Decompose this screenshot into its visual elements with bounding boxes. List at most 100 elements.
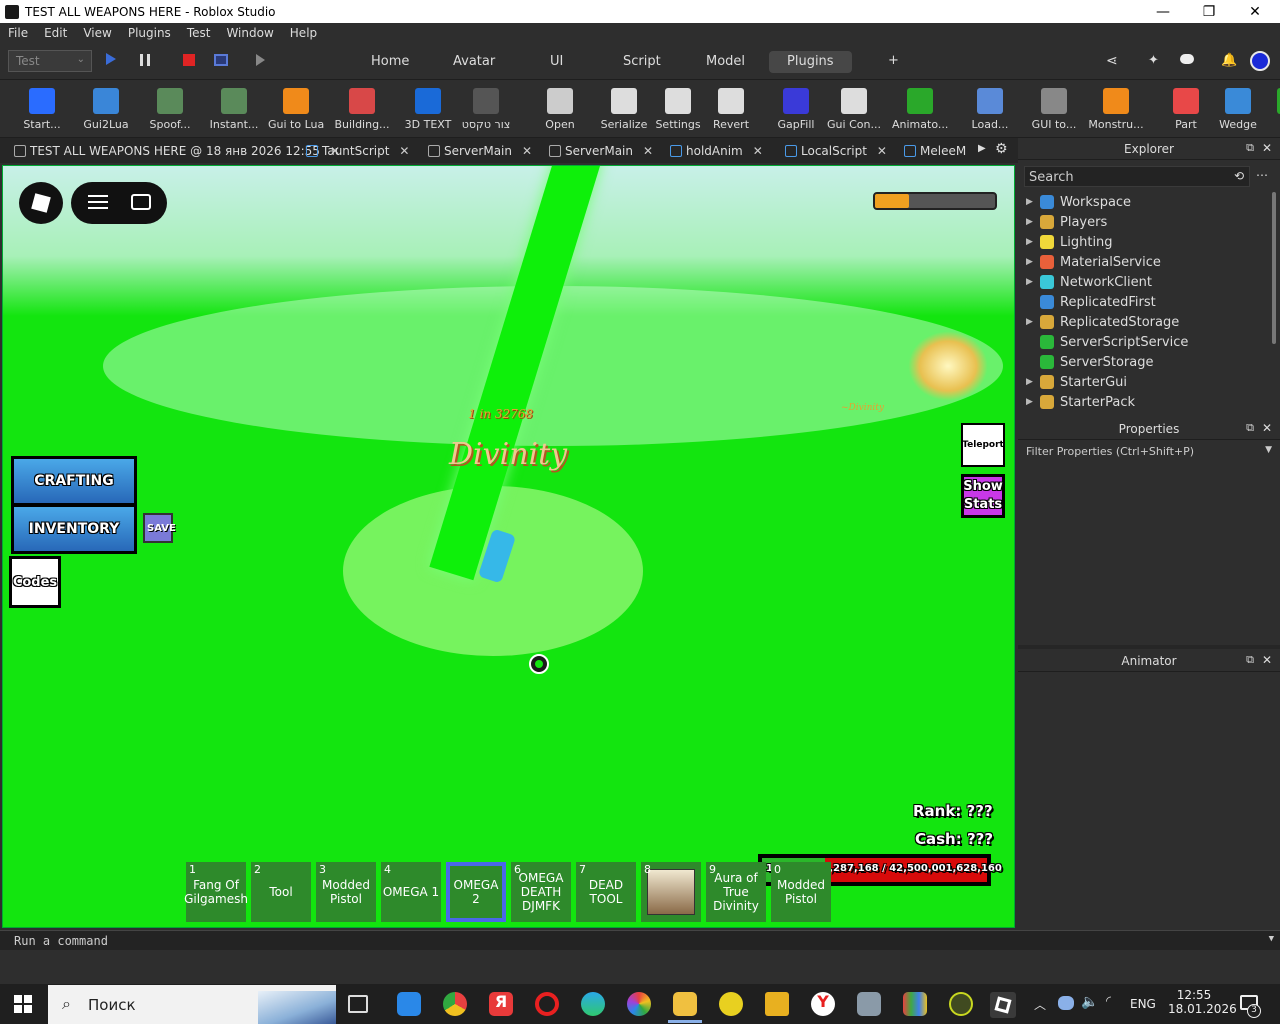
step-icon[interactable] xyxy=(256,54,265,66)
explorer-item-players[interactable]: ▶ Players xyxy=(1026,212,1107,232)
expand-arrow-icon[interactable]: ▶ xyxy=(1026,397,1040,407)
onedrive-icon[interactable] xyxy=(1058,996,1074,1010)
toolbar-button-6[interactable]: 3D TEXT xyxy=(400,84,456,134)
mail-icon[interactable] xyxy=(397,992,421,1016)
toolbar-button-5[interactable]: Building... xyxy=(334,84,390,134)
close-icon[interactable]: ✕ xyxy=(399,144,409,158)
more-options-icon[interactable]: ⋯ xyxy=(1256,168,1268,182)
tab-avatar[interactable]: Avatar xyxy=(435,51,513,73)
roblox-studio-taskbar-icon[interactable] xyxy=(990,992,1016,1018)
menu-help[interactable]: Help xyxy=(282,26,325,40)
toolbar-button-15[interactable]: Load... xyxy=(962,84,1018,134)
menu-view[interactable]: View xyxy=(75,26,119,40)
toolbar-button-16[interactable]: GUI to... xyxy=(1026,84,1082,134)
show-stats-button[interactable]: Show Stats xyxy=(961,474,1005,518)
cloud-icon[interactable] xyxy=(1180,54,1194,64)
toolbar-button-19[interactable]: Wedge xyxy=(1210,84,1266,134)
hotbar-slot-5[interactable]: OMEGA 2 xyxy=(446,862,506,922)
folder-icon[interactable] xyxy=(673,992,697,1016)
sparkle-icon[interactable]: ✦ xyxy=(1148,53,1159,68)
explorer-item-starterpack[interactable]: ▶ StarterPack xyxy=(1026,392,1135,412)
toolbar-button-11[interactable]: Revert xyxy=(703,84,759,134)
properties-filter-input[interactable]: Filter Properties (Ctrl+Shift+P) ▼ xyxy=(1022,443,1276,461)
roblox-menu-button[interactable] xyxy=(19,182,63,224)
hotbar-slot-10[interactable]: 0 Modded Pistol xyxy=(771,862,831,922)
explorer-item-replicatedfirst[interactable]: ReplicatedFirst xyxy=(1026,292,1156,312)
maximize-button[interactable]: ❐ xyxy=(1186,0,1232,23)
opera-icon[interactable] xyxy=(535,992,559,1016)
toolbar-button-10[interactable]: Settings xyxy=(650,84,706,134)
explorer-item-serverscriptservice[interactable]: ServerScriptService xyxy=(1026,332,1188,352)
doc-tab-tauntscript[interactable]: TauntScript ✕ xyxy=(306,141,409,161)
color-app-icon[interactable] xyxy=(627,992,651,1016)
toolbar-button-20[interactable]: Sp xyxy=(1262,84,1280,134)
play-icon[interactable] xyxy=(106,53,116,65)
edge-icon[interactable] xyxy=(581,992,605,1016)
volume-icon[interactable]: 🔈 xyxy=(1081,994,1098,1010)
hotbar-slot-7[interactable]: 7 DEAD TOOL xyxy=(576,862,636,922)
game-app-icon[interactable] xyxy=(949,992,973,1016)
doc-tab-servermain-1[interactable]: ServerMain ✕ xyxy=(428,141,532,161)
hotbar-slot-1[interactable]: 1 Fang Of Gilgamesh xyxy=(184,862,248,922)
explorer-item-replicatedstorage[interactable]: ▶ ReplicatedStorage xyxy=(1026,312,1179,332)
doc-tab-localscript[interactable]: LocalScript ✕ xyxy=(785,141,887,161)
close-icon[interactable]: ✕ xyxy=(643,144,653,158)
inventory-button[interactable]: INVENTORY xyxy=(11,504,137,554)
yandex-browser-icon[interactable]: Y xyxy=(811,992,835,1016)
teleport-button[interactable]: Teleport xyxy=(961,423,1005,467)
close-icon[interactable]: ✕ xyxy=(1262,421,1272,435)
bell-icon[interactable]: 🔔 xyxy=(1221,53,1237,68)
close-icon[interactable]: ✕ xyxy=(1262,141,1272,155)
hotbar-slot-9[interactable]: 9 Aura of True Divinity xyxy=(706,862,766,922)
app-window-icon[interactable] xyxy=(857,992,881,1016)
language-indicator[interactable]: ENG xyxy=(1130,997,1156,1011)
tab-plugins[interactable]: Plugins xyxy=(769,51,852,73)
plus-app-icon[interactable] xyxy=(719,992,743,1016)
doc-tab-servermain-2[interactable]: ServerMain ✕ xyxy=(549,141,653,161)
avatar[interactable] xyxy=(1250,51,1270,71)
play-mode-select[interactable]: Test ⌄ xyxy=(8,50,92,72)
doc-tab-place[interactable]: TEST ALL WEAPONS HERE @ 18 янв 2026 12:5… xyxy=(14,141,340,161)
doc-tab-holdanim[interactable]: holdAnim ✕ xyxy=(670,141,763,161)
toolbar-button-9[interactable]: Serialize xyxy=(596,84,652,134)
explorer-item-workspace[interactable]: ▶ Workspace xyxy=(1026,192,1131,212)
game-viewport[interactable]: 1 in 32768 Divinity ~Divinity CRAFTING I… xyxy=(2,165,1015,928)
expand-arrow-icon[interactable]: ▶ xyxy=(1026,237,1040,247)
hotbar-slot-6[interactable]: 6 OMEGA DEATH DJMFK xyxy=(511,862,571,922)
expand-arrow-icon[interactable]: ▶ xyxy=(1026,217,1040,227)
client-server-icon[interactable] xyxy=(214,54,228,66)
toolbar-button-0[interactable]: Start... xyxy=(14,84,70,134)
codes-button[interactable]: Codes xyxy=(9,556,61,608)
history-icon[interactable]: ⟲ xyxy=(1234,169,1244,183)
expand-arrow-icon[interactable]: ▶ xyxy=(1026,197,1040,207)
explorer-search-input[interactable]: Search ⟲ xyxy=(1024,166,1250,187)
popout-icon[interactable]: ⧉ xyxy=(1246,653,1254,667)
hotbar-slot-2[interactable]: 2 Tool xyxy=(251,862,311,922)
archive-icon[interactable] xyxy=(903,992,927,1016)
close-icon[interactable]: ✕ xyxy=(1262,653,1272,667)
explorer-item-lighting[interactable]: ▶ Lighting xyxy=(1026,232,1113,252)
hamburger-icon[interactable] xyxy=(88,195,108,209)
hotbar-slot-4[interactable]: 4 OMEGA 1 xyxy=(381,862,441,922)
toolbar-button-7[interactable]: צור טקסט xyxy=(458,84,514,134)
toolbar-button-3[interactable]: Instant... xyxy=(206,84,262,134)
minimize-button[interactable]: — xyxy=(1140,0,1186,23)
expand-arrow-icon[interactable]: ▶ xyxy=(1026,377,1040,387)
close-icon[interactable]: ✕ xyxy=(877,144,887,158)
hotbar-slot-8[interactable]: 8 xyxy=(641,862,701,922)
expand-arrow-icon[interactable]: ▶ xyxy=(1026,317,1040,327)
toolbar-button-18[interactable]: Part xyxy=(1158,84,1214,134)
tab-script[interactable]: Script xyxy=(605,51,679,73)
expand-arrow-icon[interactable]: ▶ xyxy=(1026,277,1040,287)
tab-ui[interactable]: UI xyxy=(532,51,581,73)
explorer-item-materialservice[interactable]: ▶ MaterialService xyxy=(1026,252,1161,272)
doc-tab-meleem[interactable]: MeleeM xyxy=(904,141,966,161)
menu-file[interactable]: File xyxy=(0,26,36,40)
toolbar-button-13[interactable]: Gui Con... xyxy=(826,84,882,134)
explorer-item-networkclient[interactable]: ▶ NetworkClient xyxy=(1026,272,1152,292)
taskbar-search-input[interactable]: ⌕ Поиск xyxy=(48,985,336,1024)
gear-icon[interactable]: ⚙ xyxy=(995,141,1008,157)
toolbar-button-2[interactable]: Spoof... xyxy=(142,84,198,134)
windows-start-icon[interactable] xyxy=(14,995,32,1013)
chrome-icon[interactable] xyxy=(443,992,467,1016)
